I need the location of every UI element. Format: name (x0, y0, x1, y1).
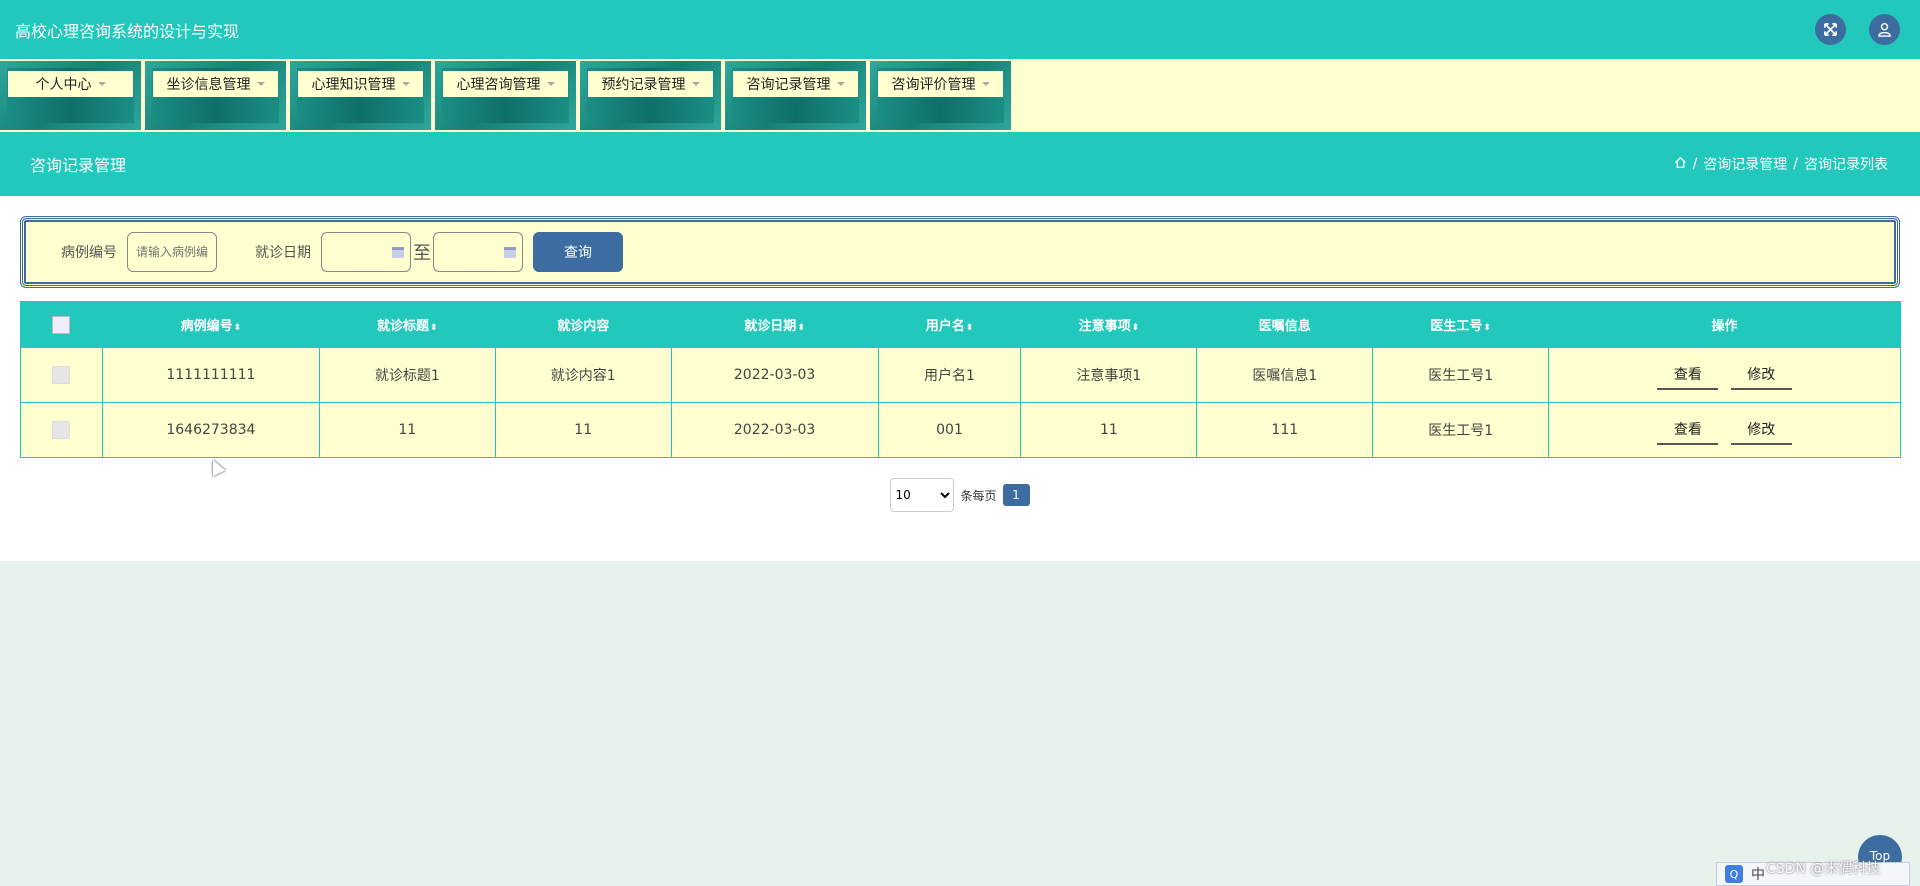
per-page-label: 条每页 (960, 488, 997, 503)
page-title: 咨询记录管理 (30, 156, 127, 175)
header-notes[interactable]: 注意事项⬍ (1020, 301, 1198, 348)
cell-advice: 医嘱信息1 (1196, 347, 1374, 403)
sort-icon: ⬍ (797, 323, 805, 333)
menu-item-psych-knowledge[interactable]: 心理知识管理 (290, 61, 431, 130)
home-icon[interactable] (1674, 156, 1687, 173)
start-date-input[interactable] (321, 232, 411, 272)
select-all-checkbox[interactable] (52, 315, 71, 334)
row-checkbox[interactable] (52, 366, 71, 384)
top-icons (1815, 14, 1900, 45)
menu-label: 咨询评价管理 (891, 77, 976, 93)
caret-down-icon (97, 82, 106, 86)
cell-date: 2022-03-03 (670, 347, 879, 403)
date-label: 就诊日期 (255, 245, 311, 261)
cell-notes: 11 (1020, 402, 1198, 458)
cell-username: 001 (877, 402, 1022, 458)
top-bar: 高校心理咨询系统的设计与实现 (0, 0, 1920, 59)
user-icon[interactable] (1869, 14, 1900, 45)
caret-down-icon (401, 82, 410, 86)
to-text: 至 (413, 243, 431, 264)
cell-title: 11 (318, 402, 496, 458)
cell-date: 2022-03-03 (670, 402, 879, 458)
header-username[interactable]: 用户名⬍ (877, 301, 1022, 348)
cell-username: 用户名1 (877, 347, 1022, 403)
header-doctor-no[interactable]: 医生工号⬍ (1372, 301, 1550, 348)
main-menu: 个人中心 坐诊信息管理 心理知识管理 心理咨询管理 预约记录管理 咨询记录管理 … (0, 59, 1920, 132)
app-title: 高校心理咨询系统的设计与实现 (15, 21, 240, 41)
section-header: 咨询记录管理 / 咨询记录管理 / 咨询记录列表 (0, 132, 1920, 196)
case-no-label: 病例编号 (61, 245, 117, 261)
cell-advice: 111 (1196, 402, 1374, 458)
breadcrumb: / 咨询记录管理 / 咨询记录列表 (1674, 154, 1888, 174)
row-checkbox[interactable] (52, 421, 71, 439)
cell-doctor-no: 医生工号1 (1372, 402, 1550, 458)
view-button[interactable]: 查看 (1657, 415, 1719, 445)
caret-down-icon (691, 82, 700, 86)
watermark: CSDN @米偶科技 (1766, 861, 1881, 877)
edit-button[interactable]: 修改 (1730, 360, 1792, 390)
sort-icon: ⬍ (233, 323, 242, 333)
menu-item-consult-records[interactable]: 咨询记录管理 (725, 61, 866, 130)
caret-down-icon (836, 82, 845, 86)
cell-case-no: 1646273834 (101, 402, 320, 458)
menu-label: 心理知识管理 (311, 77, 396, 93)
header-case-no[interactable]: 病例编号⬍ (101, 301, 320, 348)
query-button[interactable]: 查询 (533, 232, 623, 272)
header-actions: 操作 (1548, 301, 1901, 348)
page-size-select[interactable]: 10 (890, 478, 955, 512)
header-advice: 医嘱信息 (1196, 301, 1374, 348)
ime-mode[interactable]: 中 (1751, 864, 1765, 884)
view-button[interactable]: 查看 (1657, 360, 1719, 390)
breadcrumb-item: 咨询记录列表 (1804, 157, 1888, 173)
menu-item-personal-center[interactable]: 个人中心 (0, 61, 141, 130)
menu-label: 坐诊信息管理 (166, 77, 251, 93)
menu-label: 咨询记录管理 (746, 77, 831, 93)
sort-icon: ⬍ (1131, 323, 1140, 333)
sort-icon: ⬍ (1483, 323, 1491, 333)
cell-actions: 查看 修改 (1548, 402, 1901, 458)
header-title[interactable]: 就诊标题⬍ (318, 301, 496, 348)
header-content: 就诊内容 (494, 301, 672, 348)
cell-content: 就诊内容1 (494, 347, 672, 403)
menu-label: 心理咨询管理 (456, 77, 541, 93)
edit-button[interactable]: 修改 (1730, 415, 1792, 445)
case-no-input[interactable] (127, 232, 217, 272)
search-panel: 病例编号 就诊日期 至 查询 (20, 216, 1900, 288)
end-date-input[interactable] (433, 232, 523, 272)
caret-down-icon (546, 82, 555, 86)
caret-down-icon (256, 82, 265, 86)
table-header-row: 病例编号⬍ 就诊标题⬍ 就诊内容 就诊日期⬍ 用户名⬍ 注意事项⬍ 医嘱信息 医… (20, 301, 1901, 348)
header-date[interactable]: 就诊日期⬍ (670, 301, 879, 348)
menu-label: 个人中心 (35, 77, 92, 93)
ime-logo-icon: Q (1725, 865, 1743, 883)
menu-item-clinic-info[interactable]: 坐诊信息管理 (145, 61, 286, 130)
menu-item-consult-reviews[interactable]: 咨询评价管理 (870, 61, 1011, 130)
menu-item-psych-consult[interactable]: 心理咨询管理 (435, 61, 576, 130)
caret-down-icon (981, 82, 990, 86)
cell-doctor-no: 医生工号1 (1372, 347, 1550, 403)
sort-icon: ⬍ (430, 323, 438, 333)
page-number-button[interactable]: 1 (1002, 484, 1030, 506)
menu-item-appointments[interactable]: 预约记录管理 (580, 61, 721, 130)
main-content: 病例编号 就诊日期 至 查询 病例编号⬍ 就诊标题⬍ 就诊内容 就诊日期⬍ 用户… (0, 196, 1920, 561)
records-table: 病例编号⬍ 就诊标题⬍ 就诊内容 就诊日期⬍ 用户名⬍ 注意事项⬍ 医嘱信息 医… (20, 301, 1901, 458)
cell-title: 就诊标题1 (318, 347, 496, 403)
breadcrumb-item[interactable]: 咨询记录管理 (1703, 154, 1787, 174)
table-row: 1111111111 就诊标题1 就诊内容1 2022-03-03 用户名1 注… (20, 347, 1901, 403)
fullscreen-icon[interactable] (1815, 14, 1846, 45)
cell-notes: 注意事项1 (1020, 347, 1198, 403)
cell-content: 11 (494, 402, 672, 458)
table-row: 1646273834 11 11 2022-03-03 001 11 111 医… (20, 402, 1901, 458)
calendar-icon (504, 247, 516, 258)
cell-case-no: 1111111111 (101, 347, 320, 403)
pagination: 10 条每页 1 (20, 478, 1900, 512)
sort-icon: ⬍ (965, 323, 974, 333)
calendar-icon (392, 247, 404, 258)
cell-actions: 查看 修改 (1548, 347, 1901, 403)
menu-label: 预约记录管理 (601, 77, 686, 93)
